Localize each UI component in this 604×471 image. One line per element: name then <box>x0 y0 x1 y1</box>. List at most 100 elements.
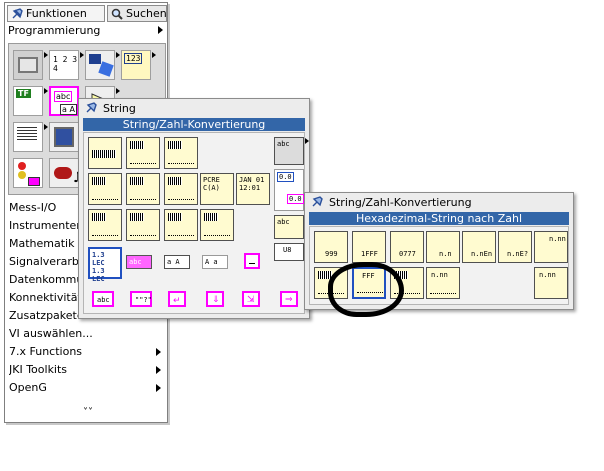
structures-icon[interactable] <box>13 50 48 80</box>
tab-search[interactable]: Suchen <box>107 5 167 22</box>
string-palette-title: String <box>103 102 136 115</box>
chevron-right-icon <box>44 52 48 58</box>
tab-functions-label: Funktionen <box>26 7 87 20</box>
concatenate-strings-icon[interactable] <box>126 137 160 169</box>
conversion-palette-header: String/Zahl-Konvertierung <box>305 193 573 211</box>
numeric-icon-label: 123 <box>124 53 143 64</box>
string-constant-icon[interactable]: abc <box>126 255 152 269</box>
chevron-right-icon <box>156 348 161 356</box>
string-subset-icon[interactable] <box>164 137 198 169</box>
eol-constant-icon[interactable]: ⇒ <box>280 291 298 307</box>
right-arrow-icon: ⇒ <box>285 295 293 305</box>
array-icon[interactable]: 1 2 3 4 <box>49 50 84 80</box>
cluster-icon[interactable] <box>85 50 120 80</box>
to-lower-case-icon[interactable]: A a <box>202 255 228 269</box>
match-pattern-icon[interactable] <box>164 173 198 205</box>
icon-label: n.n <box>439 250 452 258</box>
chevron-right-icon <box>156 366 161 374</box>
expand-more-icon[interactable]: ˅˅ <box>83 407 93 418</box>
string-to-number-icon[interactable]: n.nn <box>534 231 568 263</box>
chevron-right-icon <box>116 88 120 94</box>
tab-arrow-icon: ⇲ <box>247 295 255 305</box>
category-item[interactable]: OpenG <box>9 379 149 397</box>
chevron-right-icon <box>44 88 48 94</box>
format-date-time-icon[interactable]: JAN 01 12:01 <box>236 173 270 205</box>
icon-label: 999 <box>325 250 338 258</box>
scan-value-icon[interactable]: n.nn <box>534 267 568 299</box>
pin-icon[interactable] <box>11 8 23 20</box>
quote-constant-icon[interactable]: ""?" <box>130 291 152 307</box>
boolean-icon-label: TF <box>16 89 31 98</box>
additional-string-functions-icon[interactable]: abc <box>274 137 304 165</box>
number-to-hex-string-icon[interactable]: 1FFF <box>352 231 386 263</box>
tab-constant-icon[interactable]: ⇲ <box>242 291 260 307</box>
format-into-string-icon[interactable] <box>126 209 160 241</box>
line-feed-icon[interactable]: ⇓ <box>206 291 224 307</box>
match-regex-icon[interactable]: PCRE C(A) <box>200 173 234 205</box>
replace-substring-icon[interactable] <box>88 173 122 205</box>
number-to-engineering-string-icon[interactable]: n.nE? <box>498 231 532 263</box>
category-item[interactable]: VI auswählen... <box>9 325 149 343</box>
graphics-sound-icon[interactable]: ♪ <box>49 158 82 188</box>
string-icon[interactable]: abc a A <box>49 86 79 116</box>
fractional-string-to-number-icon[interactable]: n.nn <box>426 267 460 299</box>
spreadsheet-to-array-icon[interactable] <box>164 209 198 241</box>
file-io-icon[interactable] <box>49 122 79 152</box>
grid-icon <box>92 213 106 221</box>
icon-label: 0777 <box>399 250 416 258</box>
eol-label: 1.3 LEC <box>92 251 105 267</box>
grid-icon <box>168 141 182 149</box>
string-palette-body: PCRE C(A) JAN 01 12:01 1.3 LEC 1.3 LEC a… <box>83 132 309 314</box>
icon-label: n.nE? <box>507 250 529 258</box>
number-to-exponential-string-icon[interactable]: n.nEn <box>462 231 496 263</box>
date-time-label: JAN 01 12:01 <box>239 176 265 192</box>
to-upper-case-icon[interactable]: a A <box>164 255 190 269</box>
number-to-decimal-string-icon[interactable]: 999 <box>314 231 348 263</box>
string-palette: String String/Zahl-Konvertierung PCRE C(… <box>78 98 310 319</box>
numeric-icon[interactable]: 123 <box>121 50 156 80</box>
pin-icon[interactable] <box>85 102 97 114</box>
string-palette-header: String <box>79 99 309 117</box>
chevron-right-icon <box>156 384 161 392</box>
category-programming[interactable]: Programmierung <box>8 24 100 37</box>
highlight-circle-annotation <box>328 262 404 317</box>
icon-label: n.nEn <box>471 250 493 258</box>
string-palette-tooltip: String/Zahl-Konvertierung <box>83 118 305 131</box>
number-to-octal-string-icon[interactable]: 0777 <box>390 231 424 263</box>
string-icon-label: abc <box>54 91 73 102</box>
conversion-label: 0.0 <box>277 172 294 182</box>
carriage-return-icon[interactable]: ↵ <box>168 291 186 307</box>
waveform-icon[interactable] <box>13 158 43 188</box>
grid-icon <box>130 177 144 185</box>
grid-icon <box>168 177 182 185</box>
string-number-conversion-icon[interactable]: 0.0 0.0 <box>274 169 304 211</box>
timing-icon[interactable] <box>13 122 48 152</box>
tab-search-label: Suchen <box>126 7 167 20</box>
boolean-icon[interactable]: TF <box>13 86 48 116</box>
scan-from-string-icon[interactable] <box>88 209 122 241</box>
empty-string-icon[interactable] <box>244 253 260 269</box>
array-to-spreadsheet-icon[interactable] <box>200 209 234 241</box>
tab-functions[interactable]: Funktionen <box>7 5 105 22</box>
dots-icon <box>168 235 194 237</box>
cube-icon <box>98 61 114 77</box>
sound-blob-icon <box>54 167 72 179</box>
search-replace-icon[interactable] <box>126 173 160 205</box>
dash-icon <box>249 263 255 264</box>
end-of-line-icon[interactable]: 1.3 LEC 1.3 LEC <box>88 247 122 283</box>
return-arrow-icon: ↵ <box>173 296 181 306</box>
string-length-icon[interactable] <box>88 137 122 169</box>
string-array-path-icon[interactable]: abc <box>274 215 304 239</box>
space-constant-icon[interactable]: abc <box>92 291 114 307</box>
grid-icon <box>130 141 144 149</box>
category-item[interactable]: 7.x Functions <box>9 343 149 361</box>
down-arrow-icon: ⇓ <box>212 295 220 305</box>
category-item[interactable]: JKI Toolkits <box>9 361 149 379</box>
chevron-right-icon <box>305 138 309 144</box>
search-icon[interactable] <box>111 8 123 20</box>
number-to-fractional-string-icon[interactable]: n.n <box>426 231 460 263</box>
pin-icon[interactable] <box>311 196 323 208</box>
byte-array-icon[interactable]: U8 <box>274 243 304 261</box>
quote-label: ""?" <box>135 296 152 304</box>
dots-icon <box>168 199 194 201</box>
